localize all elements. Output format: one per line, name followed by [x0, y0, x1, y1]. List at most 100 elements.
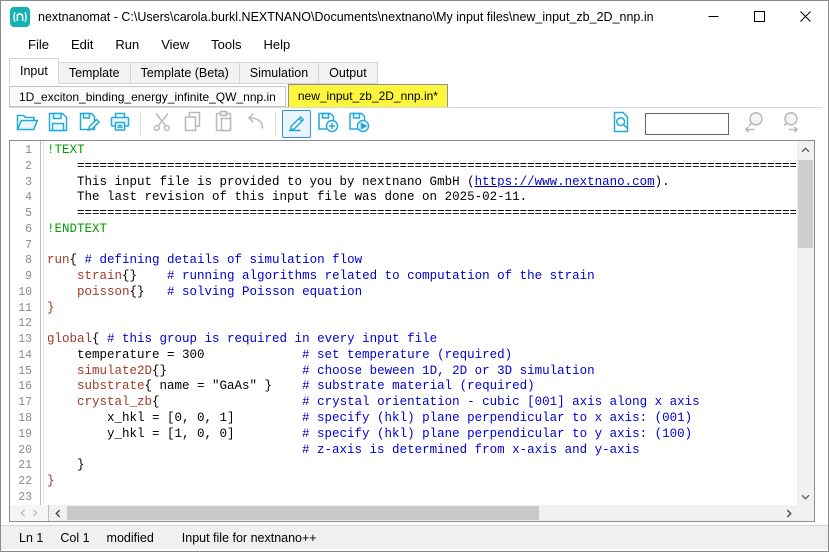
code-text: # z-axis is determined from x-axis and y… [39, 443, 640, 459]
code-segment: { name = "GaAs" } [145, 379, 303, 393]
code-segment: } [47, 458, 85, 472]
code-line: 22} [10, 474, 796, 490]
undo-icon [242, 109, 268, 140]
code-line: 3 This input file is provided to you by … [10, 175, 796, 191]
code-line: 2 ======================================… [10, 159, 796, 175]
file-tab-strip: 1D_exciton_binding_energy_infinite_QW_nn… [9, 85, 822, 108]
line-number: 7 [10, 238, 39, 254]
line-number: 6 [10, 222, 39, 238]
code-editor[interactable]: 1!TEXT2 ================================… [9, 140, 815, 522]
code-line: 17 crystal_zb{ # crystal orientation - c… [10, 395, 796, 411]
maximize-button[interactable] [736, 1, 782, 32]
save-run-button[interactable] [344, 110, 373, 138]
scroll-right-button[interactable] [780, 505, 797, 521]
code-text: } [39, 301, 55, 317]
status-column: Col 1 [60, 531, 89, 545]
code-line: 16 substrate{ name = "GaAs" } # substrat… [10, 379, 796, 395]
menu-file[interactable]: File [17, 34, 60, 55]
code-text: crystal_zb{ # crystal orientation - cubi… [39, 395, 700, 411]
code-text [39, 490, 47, 506]
horizontal-scrollbar[interactable] [48, 505, 797, 521]
horizontal-scroll-thumb[interactable] [67, 506, 539, 520]
code-segment: ========================================… [47, 159, 796, 173]
toolbar-search-area [605, 110, 804, 138]
line-number: 22 [10, 474, 39, 490]
code-line: 20 # z-axis is determined from x-axis an… [10, 443, 796, 459]
copy-button[interactable] [178, 110, 207, 138]
tab-template-beta[interactable]: Template (Beta) [131, 62, 240, 84]
title-bar: nextnanomat - C:\Users\carola.burkl.NEXT… [1, 1, 828, 32]
save-as-icon [76, 109, 102, 140]
search-previous-icon [741, 109, 767, 140]
menu-run[interactable]: Run [104, 34, 150, 55]
code-segment: substrate [77, 379, 145, 393]
code-segment: # specify (hkl) plane perpendicular to y… [302, 427, 692, 441]
scroll-left-button[interactable] [49, 505, 66, 521]
tab-template[interactable]: Template [59, 62, 131, 84]
toolbar-separator [140, 112, 141, 136]
code-segment: # crystal orientation - cubic [001] axis… [302, 395, 700, 409]
save-add-batch-button[interactable] [313, 110, 342, 138]
vertical-scrollbar[interactable] [797, 141, 814, 505]
pager-left-icon[interactable] [20, 509, 26, 517]
code-segment: { [152, 395, 302, 409]
code-link[interactable]: https://www.nextnano.com [475, 175, 655, 189]
tab-output[interactable]: Output [319, 62, 378, 84]
open-file-icon [14, 109, 40, 140]
code-line: 19 y_hkl = [1, 0, 0] # specify (hkl) pla… [10, 427, 796, 443]
code-segment: # choose beween 1D, 2D or 3D simulation [302, 364, 595, 378]
code-segment: { [70, 253, 85, 267]
cut-button[interactable] [147, 110, 176, 138]
file-search-button[interactable] [606, 110, 635, 138]
save-button[interactable] [43, 110, 72, 138]
undo-button[interactable] [240, 110, 269, 138]
file-tab-1d-exciton-binding-energy-infinite-qw-nnp-in[interactable]: 1D_exciton_binding_energy_infinite_QW_nn… [9, 86, 286, 107]
line-number: 18 [10, 411, 39, 427]
line-number: 14 [10, 348, 39, 364]
code-segment [47, 285, 77, 299]
status-modified: modified [107, 531, 154, 545]
menu-tools[interactable]: Tools [200, 34, 252, 55]
scroll-down-button[interactable] [797, 488, 814, 505]
highlighter-button[interactable] [282, 110, 311, 138]
code-segment: !TEXT [47, 143, 85, 157]
window-controls [690, 1, 828, 32]
scroll-up-button[interactable] [797, 141, 814, 158]
code-segment: # specify (hkl) plane perpendicular to x… [302, 411, 692, 425]
open-file-button[interactable] [12, 110, 41, 138]
file-tab-new-input-zb-2d-nnp-in[interactable]: new_input_zb_2D_nnp.in* [288, 84, 448, 107]
file-search-icon [608, 109, 634, 140]
code-segment: {} [122, 269, 167, 283]
menu-help[interactable]: Help [253, 34, 302, 55]
code-line: 13global{ # this group is required in ev… [10, 332, 796, 348]
menu-view[interactable]: View [150, 34, 200, 55]
code-text: } [39, 458, 85, 474]
paste-button[interactable] [209, 110, 238, 138]
highlighter-icon [284, 109, 310, 140]
code-segment: run [47, 253, 70, 267]
vertical-scroll-thumb[interactable] [798, 160, 813, 248]
minimize-button[interactable] [690, 1, 736, 32]
search-next-button[interactable] [774, 110, 803, 138]
code-segment: # this group is required in every input … [107, 332, 437, 346]
close-button[interactable] [782, 1, 828, 32]
tab-input[interactable]: Input [9, 58, 59, 84]
print-button[interactable] [105, 110, 134, 138]
tab-simulation[interactable]: Simulation [240, 62, 319, 84]
code-line: 5 ======================================… [10, 206, 796, 222]
code-text: ========================================… [39, 159, 796, 175]
search-input[interactable] [645, 113, 729, 135]
search-previous-button[interactable] [739, 110, 768, 138]
code-segment [47, 379, 77, 393]
save-as-button[interactable] [74, 110, 103, 138]
scrollbar-corner [797, 505, 814, 521]
line-number: 10 [10, 285, 39, 301]
code-segment: simulate2D [77, 364, 152, 378]
code-segment: # substrate material (required) [302, 379, 535, 393]
pager-right-icon[interactable] [32, 509, 38, 517]
code-segment: crystal_zb [77, 395, 152, 409]
menu-edit[interactable]: Edit [60, 34, 104, 55]
code-segment [47, 395, 77, 409]
code-segment: global [47, 332, 92, 346]
code-line: 10 poisson{} # solving Poisson equation [10, 285, 796, 301]
